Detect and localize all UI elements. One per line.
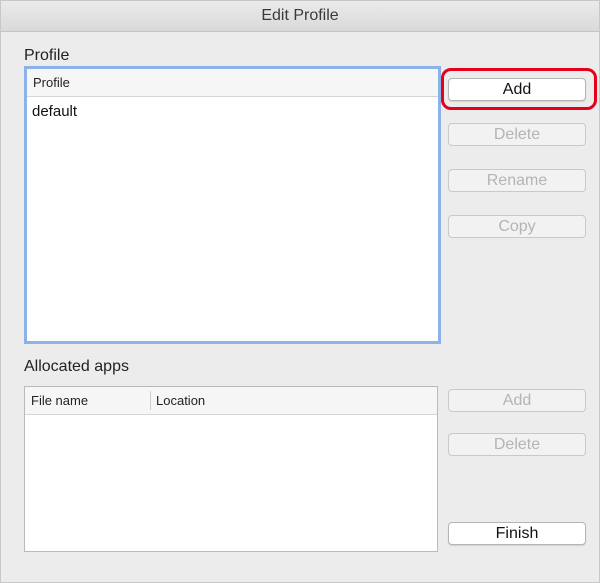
delete-profile-button[interactable]: Delete: [448, 123, 586, 146]
rename-profile-button[interactable]: Rename: [448, 169, 586, 192]
edit-profile-window: Edit Profile Profile Profile default Add…: [0, 0, 600, 583]
file-name-column-header[interactable]: File name: [25, 387, 150, 414]
profile-list[interactable]: Profile default: [24, 66, 441, 344]
allocated-apps-list[interactable]: File name Location: [24, 386, 438, 552]
add-button-highlight: [441, 68, 597, 110]
profile-section-label: Profile: [24, 47, 70, 64]
finish-button[interactable]: Finish: [448, 522, 586, 545]
copy-profile-button[interactable]: Copy: [448, 215, 586, 238]
profile-row-default[interactable]: default: [32, 103, 77, 120]
window-title: Edit Profile: [1, 1, 599, 32]
profile-column-header[interactable]: Profile: [27, 69, 438, 96]
location-column-header[interactable]: Location: [150, 387, 437, 414]
delete-app-button[interactable]: Delete: [448, 433, 586, 456]
allocated-apps-section-label: Allocated apps: [24, 358, 129, 375]
profile-list-header: Profile: [27, 69, 438, 97]
allocated-apps-list-header: File name Location: [25, 387, 437, 415]
add-app-button[interactable]: Add: [448, 389, 586, 412]
